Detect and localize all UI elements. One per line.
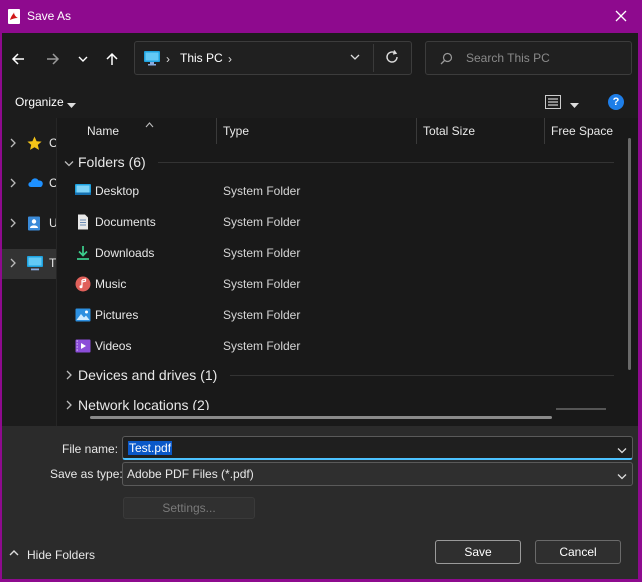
download-icon	[75, 245, 91, 261]
group-header-folders[interactable]: Folders (6)	[78, 154, 146, 170]
close-button[interactable]	[606, 4, 636, 28]
file-name-value[interactable]: Test.pdf	[128, 441, 173, 455]
save-as-type-label: Save as type:	[50, 467, 123, 481]
chevron-right-icon[interactable]	[9, 217, 17, 232]
up-button[interactable]	[101, 48, 123, 70]
file-name[interactable]: Desktop	[95, 184, 139, 198]
chevron-right-icon[interactable]	[9, 177, 17, 192]
sort-ascending-icon	[145, 117, 154, 131]
cancel-button[interactable]: Cancel	[535, 540, 621, 564]
chevron-down-icon	[350, 54, 360, 60]
help-icon[interactable]: ?	[608, 94, 624, 110]
refresh-button[interactable]	[384, 49, 400, 68]
file-type: System Folder	[223, 308, 301, 322]
horizontal-scrollbar[interactable]	[90, 416, 552, 419]
address-dropdown-button[interactable]	[348, 50, 362, 67]
this-pc-icon	[144, 51, 160, 69]
column-header-free-space[interactable]: Free Space	[551, 124, 613, 138]
title-bar	[0, 0, 642, 33]
address-location[interactable]: This PC	[180, 51, 223, 65]
nav-item-quick-access[interactable]: C	[2, 129, 58, 159]
file-name[interactable]: Downloads	[95, 246, 154, 260]
cloud-icon	[27, 176, 44, 191]
desktop-icon	[75, 183, 91, 199]
arrow-left-icon	[11, 53, 24, 65]
file-type: System Folder	[223, 277, 301, 291]
column-separator[interactable]	[416, 118, 417, 144]
nav-item-user-folder[interactable]: U	[2, 209, 58, 239]
column-header-type[interactable]: Type	[223, 124, 249, 138]
group-divider	[158, 162, 614, 163]
forward-button[interactable]	[42, 48, 64, 70]
file-name[interactable]: Documents	[95, 215, 156, 229]
window-border	[0, 0, 2, 582]
search-placeholder: Search This PC	[466, 51, 550, 65]
caret-down-icon[interactable]	[570, 98, 579, 112]
expand-chevron-icon[interactable]	[65, 369, 73, 384]
arrow-up-icon	[106, 52, 118, 65]
file-name[interactable]: Pictures	[95, 308, 138, 322]
collapse-chevron-icon[interactable]	[64, 157, 74, 171]
group-divider	[230, 375, 614, 376]
pc-icon	[27, 256, 43, 274]
hide-folders-button[interactable]: Hide Folders	[27, 548, 95, 562]
organize-button[interactable]: Organize	[15, 95, 64, 109]
pictures-icon	[75, 307, 91, 323]
window-border	[638, 0, 642, 582]
expand-chevron-icon[interactable]	[65, 399, 73, 414]
chevron-right-icon[interactable]	[9, 257, 17, 272]
recent-locations-button[interactable]	[72, 48, 94, 70]
pdf-app-icon	[7, 9, 21, 24]
user-folder-icon	[27, 216, 41, 234]
chevron-down-icon[interactable]	[617, 443, 627, 457]
close-icon	[615, 10, 627, 22]
file-name-field[interactable]	[122, 436, 633, 460]
vertical-scrollbar[interactable]	[628, 138, 631, 370]
column-header-total-size[interactable]: Total Size	[423, 124, 475, 138]
column-separator[interactable]	[544, 118, 545, 144]
file-name-label: File name:	[62, 442, 119, 456]
scrollbar-track	[556, 408, 606, 410]
save-as-type-value[interactable]: Adobe PDF Files (*.pdf)	[127, 467, 254, 481]
file-type: System Folder	[223, 246, 301, 260]
file-type: System Folder	[223, 215, 301, 229]
videos-icon	[75, 338, 91, 354]
file-type: System Folder	[223, 339, 301, 353]
documents-icon	[75, 214, 91, 230]
toolbar	[2, 85, 638, 118]
chevron-down-icon[interactable]	[617, 469, 627, 483]
arrow-right-icon	[47, 53, 60, 65]
divider	[373, 44, 374, 72]
nav-item-this-pc[interactable]: T	[2, 249, 56, 279]
file-name[interactable]: Music	[95, 277, 126, 291]
chevron-down-icon	[78, 56, 88, 62]
chevron-right-icon[interactable]	[9, 137, 17, 152]
view-options-button[interactable]	[545, 94, 561, 113]
refresh-icon	[386, 50, 398, 63]
settings-button[interactable]: Settings...	[123, 497, 255, 519]
star-icon	[27, 136, 42, 154]
chevron-right-icon[interactable]: ›	[166, 52, 170, 66]
list-view-icon	[545, 95, 561, 109]
nav-item-onedrive[interactable]: C	[2, 169, 58, 199]
group-header-devices[interactable]: Devices and drives (1)	[78, 367, 217, 383]
column-header-name[interactable]: Name	[87, 124, 119, 138]
chevron-right-icon[interactable]: ›	[228, 52, 232, 66]
back-button[interactable]	[7, 48, 29, 70]
chevron-up-icon[interactable]	[8, 547, 20, 562]
file-type: System Folder	[223, 184, 301, 198]
group-header-network[interactable]: Network locations (2)	[78, 397, 210, 410]
search-icon	[440, 52, 453, 68]
music-icon	[75, 276, 91, 292]
window-title: Save As	[27, 9, 72, 23]
save-button[interactable]: Save	[435, 540, 521, 564]
caret-down-icon[interactable]	[67, 98, 76, 112]
column-separator[interactable]	[216, 118, 217, 144]
file-name[interactable]: Videos	[95, 339, 131, 353]
address-bar[interactable]	[134, 41, 412, 75]
